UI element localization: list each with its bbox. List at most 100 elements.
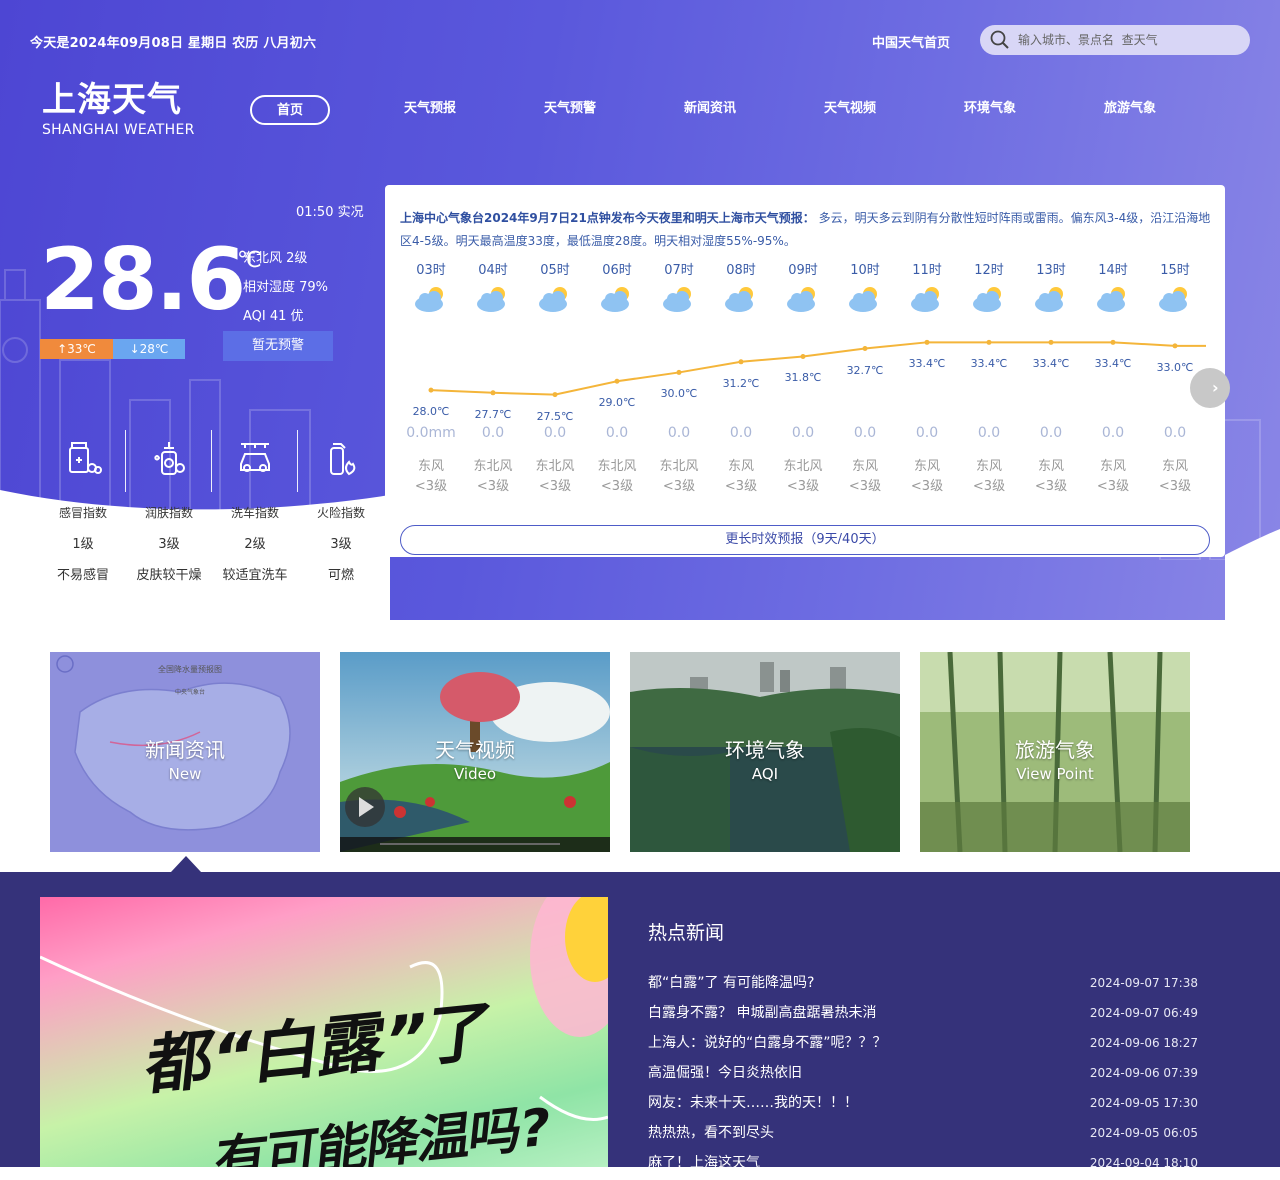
current-temperature: 28.6 [40,230,246,330]
hour-column: 11时 33.4℃ 0.0 东风 <3级 [896,259,958,494]
hour-rain: 0.0 [915,425,939,441]
nav-travel[interactable]: 旅游气象 [1090,95,1170,125]
hour-column: 08时 31.2℃ 0.0 东风 <3级 [710,259,772,494]
hour-column: 12时 33.4℃ 0.0 东风 <3级 [958,259,1020,494]
hot-news-title: 热点新闻 [648,922,725,944]
temperature-point [1110,339,1116,345]
card-title: 旅游气象 [1015,738,1095,762]
hour-temp-label: 27.7℃ [474,407,512,421]
card-title: 环境气象 [725,738,805,762]
index-name: 润肤指数 [144,506,193,520]
news-item[interactable]: 高温倔强！今日炎热依旧 2024-09-06 07:39 [648,1060,1198,1090]
search-icon[interactable] [990,30,1010,50]
medicine-icon [69,442,102,474]
wind-observation: 东北风 2级 [243,251,308,266]
card-subtitle: New [168,765,202,783]
hour-wind: 东北风 [783,459,823,474]
nav-warning[interactable]: 天气预警 [530,95,610,125]
card-travel[interactable]: 旅游气象 View Point [920,652,1190,852]
card-title: 天气视频 [435,738,515,762]
news-item[interactable]: 白露身不露？ 申城副高盘踞暑热未消 2024-09-07 06:49 [648,1000,1198,1030]
card-news[interactable]: 全国降水量预报图 中央气象台 新闻资讯 New [50,652,320,852]
hour-wind: 东风 [1161,459,1188,474]
news-title[interactable]: 都“白露”了 有可能降温吗? [648,970,814,1000]
news-date: 2024-09-06 07:39 [1089,1066,1198,1080]
news-poster[interactable]: 都“白露”了 有可能降温吗? [40,897,608,1167]
temperature-point [1048,339,1054,345]
news-title[interactable]: 热热热，看不到尽头 [648,1120,774,1150]
hour-column: 05时 27.5℃ 0.0 东北风 <3级 [524,259,586,494]
hour-wind-level: <3级 [786,479,820,494]
map-subtitle: 中央气象台 [175,688,205,696]
hour-wind-level: <3级 [1158,479,1192,494]
hour-column: 13时 33.4℃ 0.0 东风 <3级 [1020,259,1082,494]
hour-wind: 东北风 [597,459,637,474]
news-item[interactable]: 都“白露”了 有可能降温吗? 2024-09-07 17:38 [648,970,1198,1000]
long-term-forecast-button[interactable]: 更长时效预报（9天/40天） [400,525,1210,555]
news-date: 2024-09-04 18:10 [1089,1156,1198,1170]
hour-label: 11时 [912,263,942,278]
hour-temp-label: 29.0℃ [598,396,636,410]
high-temp-badge: ↑33℃ [40,339,113,359]
hour-label: 14时 [1098,263,1128,278]
card-subtitle: View Point [1016,765,1094,783]
index-carwash[interactable]: 洗车指数 2级 较适宜洗车 [212,430,298,583]
fire-extinguisher-icon [330,443,356,476]
temperature-point [986,339,992,345]
news-title[interactable]: 上海人：说好的“白露身不露”呢？？？ [648,1030,887,1060]
nav-environment[interactable]: 环境气象 [950,95,1030,125]
chevron-right-icon[interactable]: › [1212,378,1219,397]
cloudy-icon [1144,284,1206,324]
cloudy-icon [710,284,772,324]
life-indices: 感冒指数 1级 不易感冒 润肤指数 3级 皮肤较干燥 洗车指数 2级 较适宜洗车 [40,430,384,583]
hour-temp-label: 31.2℃ [722,376,760,390]
main-nav: 首页 天气预报 天气预警 新闻资讯 天气视频 环境气象 旅游气象 [250,95,1170,125]
news-item[interactable]: 麻了！上海这天气 2024-09-04 18:10 [648,1150,1198,1180]
next-hours-button[interactable]: › [1190,368,1230,408]
hour-wind-level: <3级 [724,479,758,494]
hour-wind: 东风 [1099,459,1126,474]
observation-details: 东北风 2级 相对湿度 79% AQI 41 优 [243,244,328,331]
hour-column: 09时 31.8℃ 0.0 东北风 <3级 [772,259,834,494]
index-skin[interactable]: 润肤指数 3级 皮肤较干燥 [126,430,212,583]
car-wash-icon [240,443,270,472]
city-search-input[interactable] [1016,32,1236,48]
nav-video[interactable]: 天气视频 [810,95,890,125]
card-environment[interactable]: 环境气象 AQI [630,652,900,852]
hour-label: 09时 [788,263,818,278]
no-warning-button[interactable]: 暂无预警 [223,331,333,361]
hour-wind-level: <3级 [910,479,944,494]
hour-label: 12时 [974,263,1004,278]
news-title[interactable]: 麻了！上海这天气 [648,1150,760,1180]
index-fire[interactable]: 火险指数 3级 可燃 [298,430,384,583]
news-title[interactable]: 高温倔强！今日炎热依旧 [648,1060,802,1090]
news-item[interactable]: 上海人：说好的“白露身不露”呢？？？ 2024-09-06 18:27 [648,1030,1198,1060]
nav-forecast[interactable]: 天气预报 [390,95,470,125]
cloudy-icon [896,284,958,324]
nav-home[interactable]: 首页 [250,95,330,125]
news-title[interactable]: 网友：未来十天……我的天！！！ [648,1090,858,1120]
hour-label: 05时 [540,263,570,278]
hour-rain: 0.0 [977,425,1001,441]
temperature-point [1172,343,1178,349]
china-weather-home-link[interactable]: 中国天气首页 [872,32,950,51]
news-date: 2024-09-06 18:27 [1089,1036,1198,1050]
hour-rain: 0.0 [1101,425,1125,441]
temperature-point [490,390,496,396]
news-item[interactable]: 网友：未来十天……我的天！！！ 2024-09-05 17:30 [648,1090,1198,1120]
hour-rain: 0.0 [543,425,567,441]
news-item[interactable]: 热热热，看不到尽头 2024-09-05 06:05 [648,1120,1198,1150]
card-video[interactable]: 天气视频 Video [340,652,610,852]
nav-news[interactable]: 新闻资讯 [670,95,750,125]
city-search-box[interactable] [980,25,1250,55]
news-title[interactable]: 白露身不露？ 申城副高盘踞暑热未消 [648,1000,876,1030]
site-logo[interactable]: 上海天气 SHANGHAI WEATHER [42,80,195,138]
hour-wind: 东风 [1037,459,1064,474]
hour-label: 08时 [726,263,756,278]
hour-label: 07时 [664,263,694,278]
date-line: 今天是2024年09月08日 星期日 农历 八月初六 [30,36,317,51]
temperature-point [614,378,620,384]
hour-wind: 东风 [727,459,754,474]
index-cold[interactable]: 感冒指数 1级 不易感冒 [40,430,126,583]
hour-rain: 0.0 [853,425,877,441]
